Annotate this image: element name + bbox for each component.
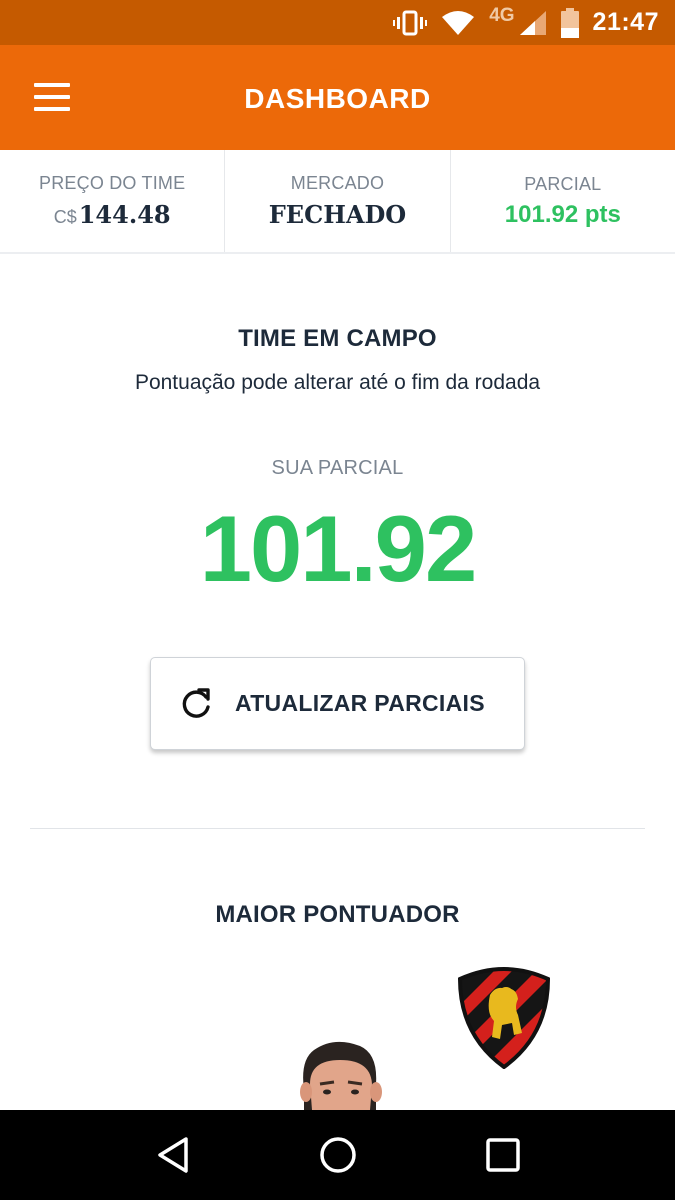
partial-stat: PARCIAL 101.92 pts	[451, 150, 675, 252]
system-nav-bar	[0, 1110, 675, 1200]
refresh-icon	[179, 687, 213, 721]
team-price-stat: PREÇO DO TIME C$144.48	[0, 150, 226, 252]
team-price-amount: 144.48	[78, 200, 171, 229]
network-type-label: 4G	[489, 4, 515, 26]
home-icon[interactable]	[308, 1125, 368, 1185]
team-price-value: C$144.48	[54, 200, 171, 229]
recents-icon[interactable]	[473, 1125, 533, 1185]
wifi-icon	[441, 10, 475, 36]
market-label: MERCADO	[290, 173, 385, 193]
partial-label: PARCIAL	[524, 173, 602, 194]
stats-row: PREÇO DO TIME C$144.48 MERCADO FECHADO P…	[0, 150, 675, 254]
refresh-partials-button[interactable]: ATUALIZAR PARCIAIS	[150, 657, 525, 750]
top-scorer-title: MAIOR PONTUADOR	[215, 901, 460, 928]
status-time: 21:47	[592, 8, 659, 36]
partial-value: 101.92 pts	[504, 200, 621, 228]
vibrate-icon	[393, 10, 428, 36]
team-price-label: PREÇO DO TIME	[39, 173, 186, 193]
team-section-subtitle: Pontuação pode alterar até o fim da roda…	[134, 371, 541, 394]
club-crest	[456, 965, 552, 1074]
app-bar: DASHBOARD	[0, 45, 675, 150]
player-photo	[290, 1040, 390, 1115]
score-value: 101.92	[199, 496, 478, 601]
market-stat: MERCADO FECHADO	[225, 150, 451, 252]
team-section-title: TIME EM CAMPO	[238, 325, 437, 352]
currency-symbol: C$	[53, 207, 77, 227]
page-title: DASHBOARD	[244, 83, 431, 114]
signal-icon	[519, 10, 547, 36]
status-bar: 4G 21:47	[0, 0, 675, 45]
back-icon[interactable]	[143, 1125, 203, 1185]
market-status-value: FECHADO	[268, 200, 407, 229]
battery-icon	[560, 7, 579, 38]
section-divider	[30, 828, 645, 829]
refresh-button-label: ATUALIZAR PARCIAIS	[235, 690, 485, 716]
score-label: SUA PARCIAL	[271, 457, 404, 479]
